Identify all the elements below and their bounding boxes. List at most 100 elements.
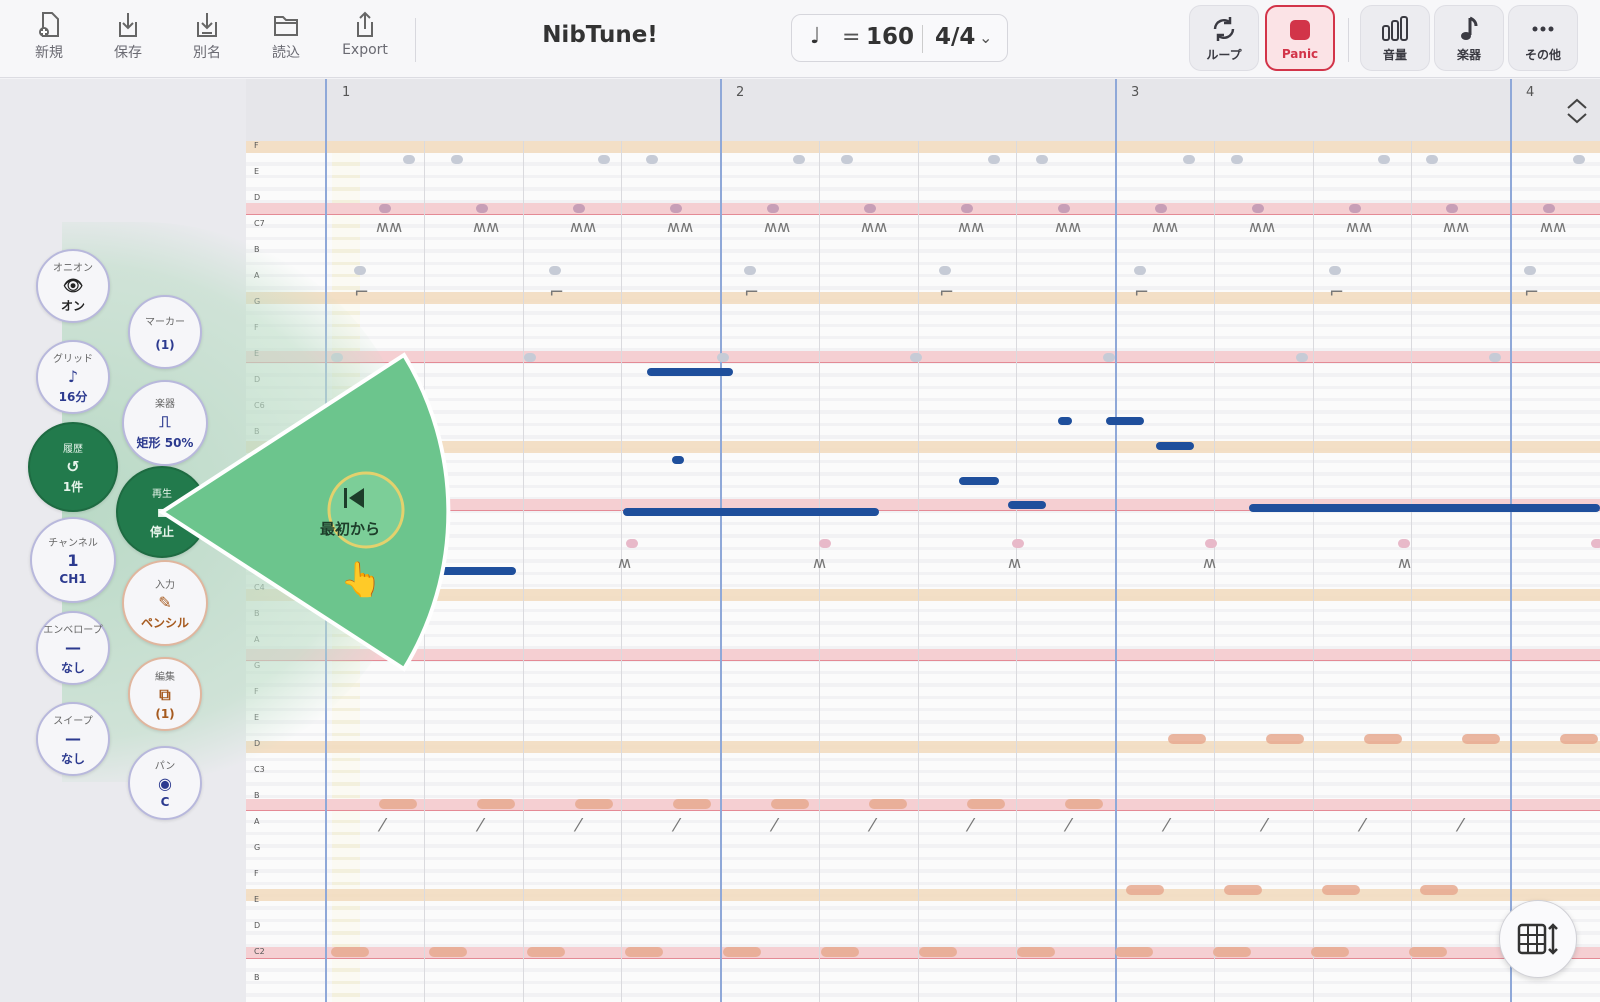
pitch-row bbox=[246, 847, 1600, 857]
loop-button[interactable]: ループ bbox=[1189, 5, 1259, 71]
onion-dot bbox=[1134, 266, 1146, 275]
onion-dot bbox=[524, 353, 536, 362]
note-bar bbox=[1156, 442, 1194, 450]
envelope-selector[interactable]: エンベロープ — なし bbox=[36, 611, 110, 685]
export-button[interactable]: Export bbox=[333, 10, 397, 66]
marker-button[interactable]: マーカー (1) bbox=[128, 295, 202, 369]
quarter-note-icon: ♩ bbox=[810, 24, 821, 49]
measure-1-label: 1 bbox=[342, 85, 351, 100]
channel-selector[interactable]: チャンネル 1 CH1 bbox=[30, 517, 116, 603]
measure-line bbox=[1510, 79, 1512, 1002]
history-button[interactable]: 履歴 ↺ 1件 bbox=[28, 422, 118, 512]
grid-value: 16分 bbox=[58, 389, 88, 404]
square-wave-icon: ⎍ bbox=[159, 412, 171, 431]
grid-resize-icon bbox=[1517, 923, 1558, 955]
note-bar bbox=[672, 456, 684, 464]
bass-note bbox=[1364, 734, 1402, 744]
pitch-row bbox=[246, 475, 1600, 485]
grid-selector[interactable]: グリッド ♪ 16分 bbox=[36, 340, 110, 414]
bass-note bbox=[771, 799, 809, 809]
sweep-selector[interactable]: スイープ — なし bbox=[36, 702, 110, 776]
pitch-label: E bbox=[254, 167, 260, 176]
volume-label: 音量 bbox=[1382, 47, 1407, 62]
onion-dot bbox=[1426, 155, 1438, 164]
measure-ruler[interactable]: 1 2 3 4 bbox=[246, 79, 1600, 141]
grid-title: グリッド bbox=[53, 353, 93, 365]
pitch-row bbox=[246, 389, 1600, 398]
onion-dot bbox=[819, 539, 831, 548]
noise-glyph: ʍʍ bbox=[1346, 217, 1373, 236]
share-icon bbox=[357, 11, 373, 37]
pitch-row bbox=[246, 996, 1600, 1002]
collapse-expand-icon[interactable] bbox=[1564, 96, 1590, 126]
pitch-row bbox=[246, 252, 1600, 262]
onion-dot bbox=[717, 353, 729, 362]
loop-icon bbox=[1213, 16, 1235, 41]
pitch-label: D bbox=[254, 193, 261, 202]
new-label: 新規 bbox=[35, 45, 63, 61]
undo-icon: ↺ bbox=[66, 456, 80, 476]
input-mode-selector[interactable]: 入力 ✎ ペンシル bbox=[122, 560, 208, 646]
pitch-label: C3 bbox=[254, 765, 265, 774]
bass-note bbox=[379, 799, 417, 809]
pitch-label: G bbox=[254, 843, 261, 852]
pitch-row bbox=[246, 215, 1600, 225]
tempo-selector[interactable]: ♩ = 160 4/4 ⌄ bbox=[791, 14, 1008, 62]
onion-dot bbox=[1205, 539, 1217, 548]
pitch-row bbox=[246, 599, 1600, 609]
measure-line bbox=[1115, 79, 1117, 1002]
onion-dot bbox=[1036, 155, 1048, 164]
new-button[interactable]: 新規 bbox=[17, 10, 81, 66]
onion-dot bbox=[864, 204, 876, 213]
onion-dot bbox=[1446, 204, 1458, 213]
slide-glyph: ⁄ bbox=[1067, 815, 1071, 836]
pitch-row bbox=[246, 959, 1600, 969]
edit-button[interactable]: 編集 ⧉ (1) bbox=[128, 657, 202, 731]
bass-note bbox=[1224, 885, 1262, 895]
history-title: 履歴 bbox=[63, 443, 83, 455]
pitch-row bbox=[246, 575, 1600, 584]
noise-glyph: ʍʍ bbox=[1540, 217, 1567, 236]
onion-dot bbox=[670, 204, 682, 213]
bass-note bbox=[919, 947, 957, 957]
pitch-row bbox=[246, 190, 1600, 200]
load-button[interactable]: 読込 bbox=[254, 10, 318, 66]
instrument-selector[interactable]: 楽器 ⎍ 矩形 50% bbox=[122, 380, 208, 466]
loop-label: ループ bbox=[1206, 47, 1242, 62]
save-button[interactable]: 保存 bbox=[96, 10, 160, 66]
panic-button[interactable]: Panic bbox=[1265, 5, 1335, 71]
noise-glyph: ʍʍ bbox=[1443, 217, 1470, 236]
top-toolbar: 新規 保存 別名 読込 Export NibTune! ♩ = 160 4/4 … bbox=[0, 0, 1600, 78]
onion-dot bbox=[1378, 155, 1390, 164]
pitch-label: E bbox=[254, 895, 260, 904]
grid-resize-button[interactable] bbox=[1499, 900, 1577, 978]
pitch-row bbox=[246, 165, 1600, 175]
pitch-row bbox=[246, 364, 1600, 374]
target-icon: ◉ bbox=[158, 774, 172, 793]
onion-toggle[interactable]: オニオン 👁 オン bbox=[36, 249, 110, 323]
skip-to-start-icon bbox=[344, 488, 364, 508]
pitch-row bbox=[246, 463, 1600, 473]
bass-note bbox=[1168, 734, 1206, 744]
pan-selector[interactable]: パン ◉ C bbox=[128, 746, 202, 820]
save-icon bbox=[119, 13, 137, 37]
note-bar bbox=[959, 477, 999, 485]
bass-note bbox=[527, 947, 565, 957]
instrument-button[interactable]: 楽器 bbox=[1434, 5, 1504, 71]
step-glyph: ⌐ bbox=[1329, 282, 1345, 303]
bass-note bbox=[1213, 947, 1251, 957]
pan-title: パン bbox=[154, 761, 176, 772]
more-label: その他 bbox=[1524, 47, 1561, 62]
piano-roll-grid[interactable]: 1 2 3 4 FEDC7BAGFEDC6BAGFEDC4BAGFEDC3BAG… bbox=[246, 79, 1600, 1002]
note-bar bbox=[647, 368, 733, 376]
pitch-label: C7 bbox=[254, 219, 265, 228]
play-title: 再生 bbox=[152, 488, 172, 500]
save-as-button[interactable]: 別名 bbox=[175, 10, 239, 66]
pitch-row bbox=[246, 860, 1600, 870]
volume-button[interactable]: 音量 bbox=[1360, 5, 1430, 71]
toolbar-divider bbox=[415, 18, 416, 62]
beat-line bbox=[1312, 141, 1314, 1002]
note-bar bbox=[1058, 417, 1072, 425]
more-button[interactable]: その他 bbox=[1508, 5, 1578, 71]
pitch-row bbox=[246, 984, 1600, 994]
